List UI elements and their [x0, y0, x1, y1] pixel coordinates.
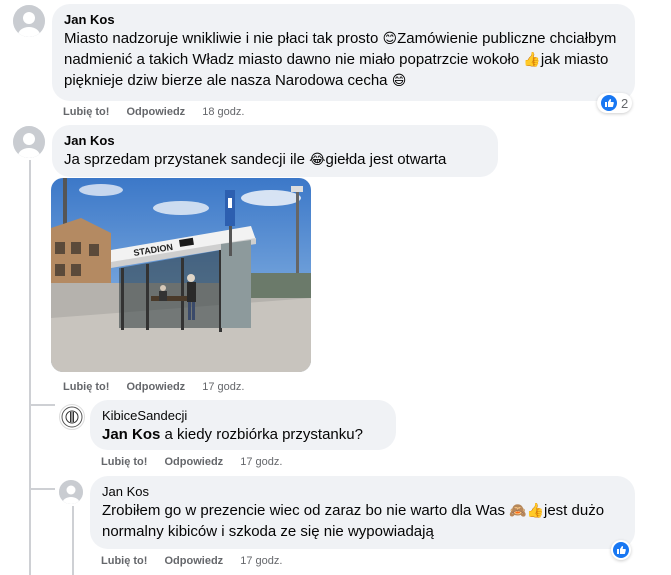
see-no-evil-monkey-emoji-icon: 🙈 — [509, 502, 527, 518]
laughing-emoji-icon: 😂 — [309, 151, 326, 167]
comment-actions: Lubię to! Odpowiedz 18 godz. — [63, 106, 258, 118]
smiling-emoji-icon: 😊 — [382, 30, 398, 46]
reply-bubble: KibiceSandecji Jan Kos a kiedy rozbiórka… — [90, 400, 396, 450]
comment-bubble: Jan Kos Ja sprzedam przystanek sandecji … — [52, 125, 498, 177]
mention-link[interactable]: Jan Kos — [102, 426, 160, 443]
like-reaction-icon — [613, 542, 629, 558]
reply-text: Zrobiłem go w prezencie wiec od zaraz bo… — [102, 502, 605, 540]
reaction-summary[interactable] — [611, 540, 631, 560]
comment-actions: Lubię to! Odpowiedz 17 godz. — [63, 381, 258, 393]
avatar[interactable] — [13, 5, 45, 37]
thread-line-sub — [72, 506, 74, 575]
reply-bubble: Jan Kos Zrobiłem go w prezencie wiec od … — [90, 476, 635, 549]
avatar[interactable] — [59, 404, 85, 430]
club-crest-icon — [61, 406, 83, 428]
reply-author[interactable]: KibiceSandecji — [102, 408, 384, 424]
avatar[interactable] — [59, 480, 83, 504]
thumbs-up-emoji-icon: 👍 — [526, 502, 544, 518]
reply-author[interactable]: Jan Kos — [102, 484, 623, 500]
reply-actions: Lubię to! Odpowiedz 17 godz. — [101, 456, 296, 468]
reaction-count: 2 — [621, 95, 629, 111]
reply-text: Jan Kos a kiedy rozbiórka przystanku? — [102, 426, 363, 443]
comment-author[interactable]: Jan Kos — [64, 12, 623, 28]
timestamp[interactable]: 17 godz. — [202, 381, 244, 393]
default-avatar-icon — [13, 5, 45, 37]
reply-button[interactable]: Odpowiedz — [165, 555, 224, 567]
comment-author[interactable]: Jan Kos — [64, 133, 486, 149]
reply-button[interactable]: Odpowiedz — [127, 381, 186, 393]
default-avatar-icon — [59, 480, 83, 504]
grinning-emoji-icon: 😄 — [391, 72, 407, 88]
thumbs-up-emoji-icon: 👍 — [523, 51, 541, 67]
like-reaction-icon — [601, 95, 617, 111]
timestamp[interactable]: 18 godz. — [202, 106, 244, 118]
thread-line-branch — [29, 488, 55, 490]
timestamp[interactable]: 17 godz. — [240, 456, 282, 468]
reply-button[interactable]: Odpowiedz — [165, 456, 224, 468]
thread-line-branch — [29, 404, 55, 406]
comment-text: Ja sprzedam przystanek sandecji ile 😂gie… — [64, 151, 447, 168]
timestamp[interactable]: 17 godz. — [240, 555, 282, 567]
like-button[interactable]: Lubię to! — [63, 381, 109, 393]
reaction-summary[interactable]: 2 — [597, 93, 633, 113]
default-avatar-icon — [13, 126, 45, 158]
like-button[interactable]: Lubię to! — [101, 555, 147, 567]
like-button[interactable]: Lubię to! — [63, 106, 109, 118]
like-button[interactable]: Lubię to! — [101, 456, 147, 468]
bus-stop-photo: STADION — [51, 178, 311, 372]
comment-bubble: Jan Kos Miasto nadzoruje wnikliwie i nie… — [52, 4, 635, 101]
reply-actions: Lubię to! Odpowiedz 17 godz. — [101, 555, 296, 567]
thread-line — [29, 160, 31, 575]
reply-button[interactable]: Odpowiedz — [127, 106, 186, 118]
attached-photo[interactable]: STADION — [51, 178, 311, 372]
comment-text: Miasto nadzoruje wnikliwie i nie płaci t… — [64, 30, 617, 89]
avatar[interactable] — [13, 126, 45, 158]
